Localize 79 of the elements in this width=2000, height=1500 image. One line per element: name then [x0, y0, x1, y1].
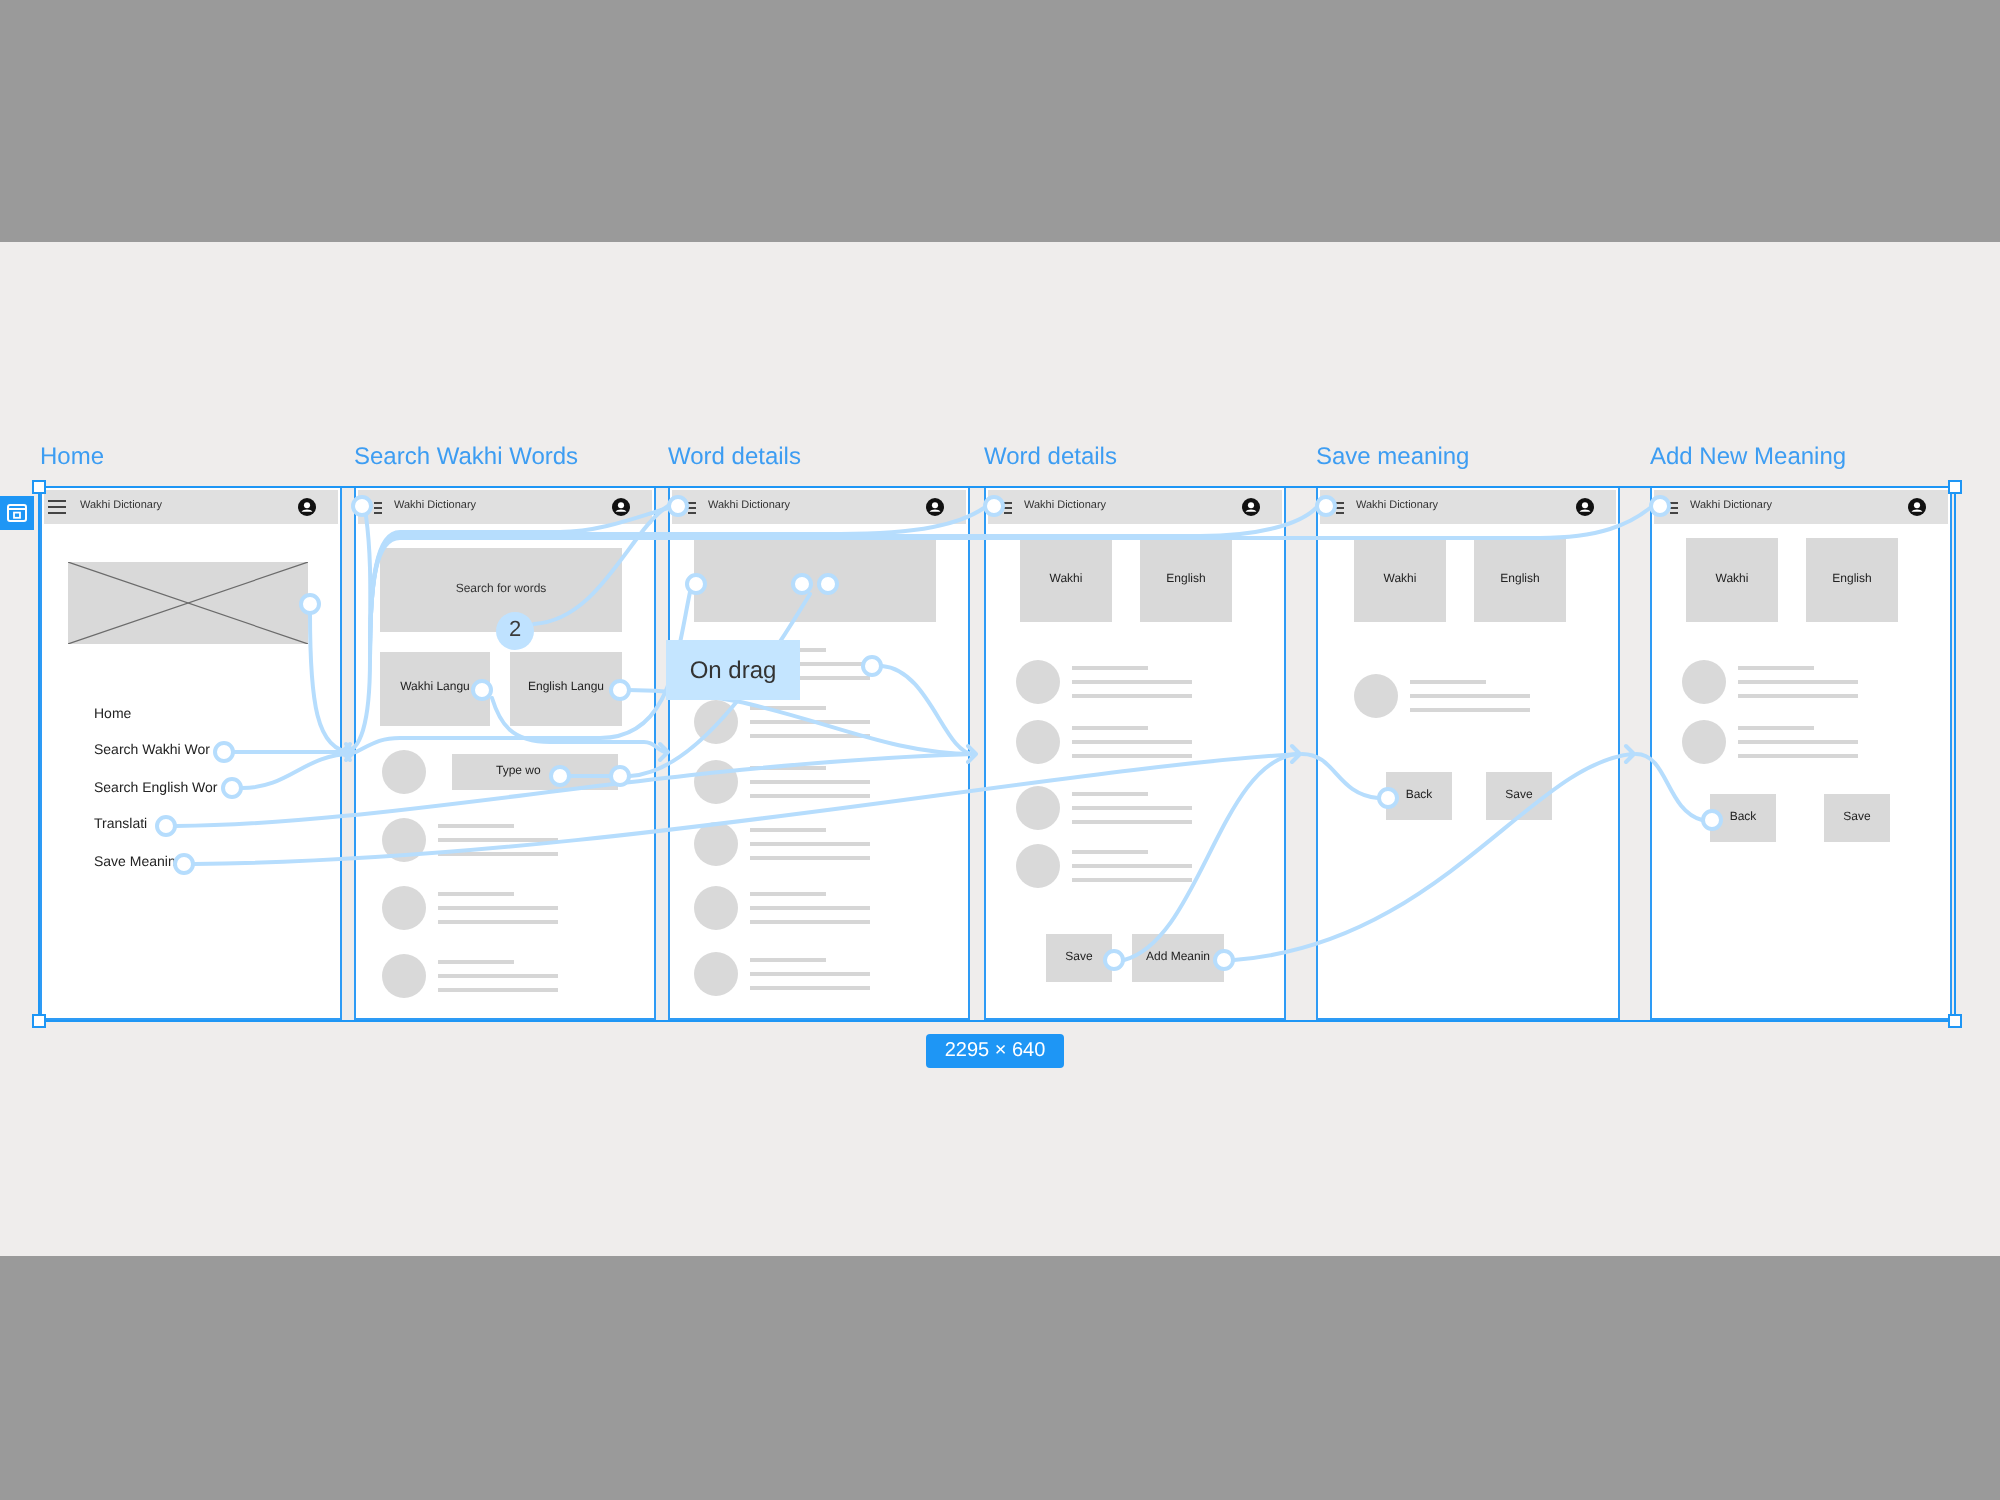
- profile-icon[interactable]: [298, 498, 316, 516]
- text-line: [1072, 792, 1148, 796]
- avatar-icon: [382, 750, 426, 794]
- resize-handle[interactable]: [1948, 480, 1962, 494]
- text-line: [1072, 754, 1192, 758]
- text-line: [750, 842, 870, 846]
- text-line: [1072, 878, 1192, 882]
- text-line: [1738, 680, 1858, 684]
- text-line: [750, 766, 826, 770]
- menu-icon[interactable]: [1670, 501, 1678, 513]
- menu-icon[interactable]: [48, 500, 66, 514]
- text-line: [1072, 694, 1192, 698]
- avatar-icon: [1016, 844, 1060, 888]
- text-line: [1738, 694, 1858, 698]
- text-line: [438, 974, 558, 978]
- text-line: [438, 824, 514, 828]
- menu-icon[interactable]: [688, 501, 696, 513]
- text-line: [1072, 820, 1192, 824]
- avatar-icon: [382, 886, 426, 930]
- text-line: [750, 734, 870, 738]
- text-line: [1738, 754, 1858, 758]
- profile-icon[interactable]: [612, 498, 630, 516]
- avatar-icon: [1016, 786, 1060, 830]
- text-line: [1072, 850, 1148, 854]
- text-line: [1072, 806, 1192, 810]
- resize-handle[interactable]: [1948, 1014, 1962, 1028]
- text-line: [438, 838, 558, 842]
- avatar-icon: [694, 886, 738, 930]
- text-line: [1072, 680, 1192, 684]
- avatar-icon: [1354, 674, 1398, 718]
- interaction-label[interactable]: On drag: [666, 640, 800, 700]
- text-line: [1410, 680, 1486, 684]
- text-line: [750, 828, 826, 832]
- avatar-icon: [694, 822, 738, 866]
- avatar-icon: [1016, 660, 1060, 704]
- avatar-icon: [382, 954, 426, 998]
- avatar-icon: [1016, 720, 1060, 764]
- avatar-icon: [694, 760, 738, 804]
- text-line: [438, 960, 514, 964]
- menu-icon[interactable]: [1336, 501, 1344, 513]
- text-line: [750, 972, 870, 976]
- text-line: [750, 906, 870, 910]
- text-line: [750, 986, 870, 990]
- resize-handle[interactable]: [32, 1014, 46, 1028]
- text-line: [1738, 740, 1858, 744]
- text-line: [750, 892, 826, 896]
- text-line: [1072, 740, 1192, 744]
- text-line: [750, 780, 870, 784]
- text-line: [1410, 708, 1530, 712]
- text-line: [1072, 864, 1192, 868]
- selection-size-badge: 2295 × 640: [926, 1034, 1064, 1068]
- text-line: [750, 794, 870, 798]
- menu-icon[interactable]: [374, 501, 382, 513]
- text-line: [750, 720, 870, 724]
- avatar-icon: [1682, 720, 1726, 764]
- flow-start-icon[interactable]: [0, 496, 34, 530]
- text-line: [438, 852, 558, 856]
- profile-icon[interactable]: [1242, 498, 1260, 516]
- text-line: [1738, 726, 1814, 730]
- text-line: [438, 892, 514, 896]
- text-line: [1072, 726, 1148, 730]
- text-line: [750, 958, 826, 962]
- resize-handle[interactable]: [32, 480, 46, 494]
- text-line: [1072, 666, 1148, 670]
- text-line: [750, 856, 870, 860]
- profile-icon[interactable]: [1908, 498, 1926, 516]
- text-line: [1410, 694, 1530, 698]
- text-line: [438, 906, 558, 910]
- text-line: [438, 988, 558, 992]
- menu-icon[interactable]: [1004, 501, 1012, 513]
- text-line: [750, 920, 870, 924]
- avatar-icon: [382, 818, 426, 862]
- text-line: [438, 920, 558, 924]
- text-line: [750, 706, 826, 710]
- avatar-icon: [694, 952, 738, 996]
- text-line: [1738, 666, 1814, 670]
- profile-icon[interactable]: [1576, 498, 1594, 516]
- profile-icon[interactable]: [926, 498, 944, 516]
- avatar-icon: [1682, 660, 1726, 704]
